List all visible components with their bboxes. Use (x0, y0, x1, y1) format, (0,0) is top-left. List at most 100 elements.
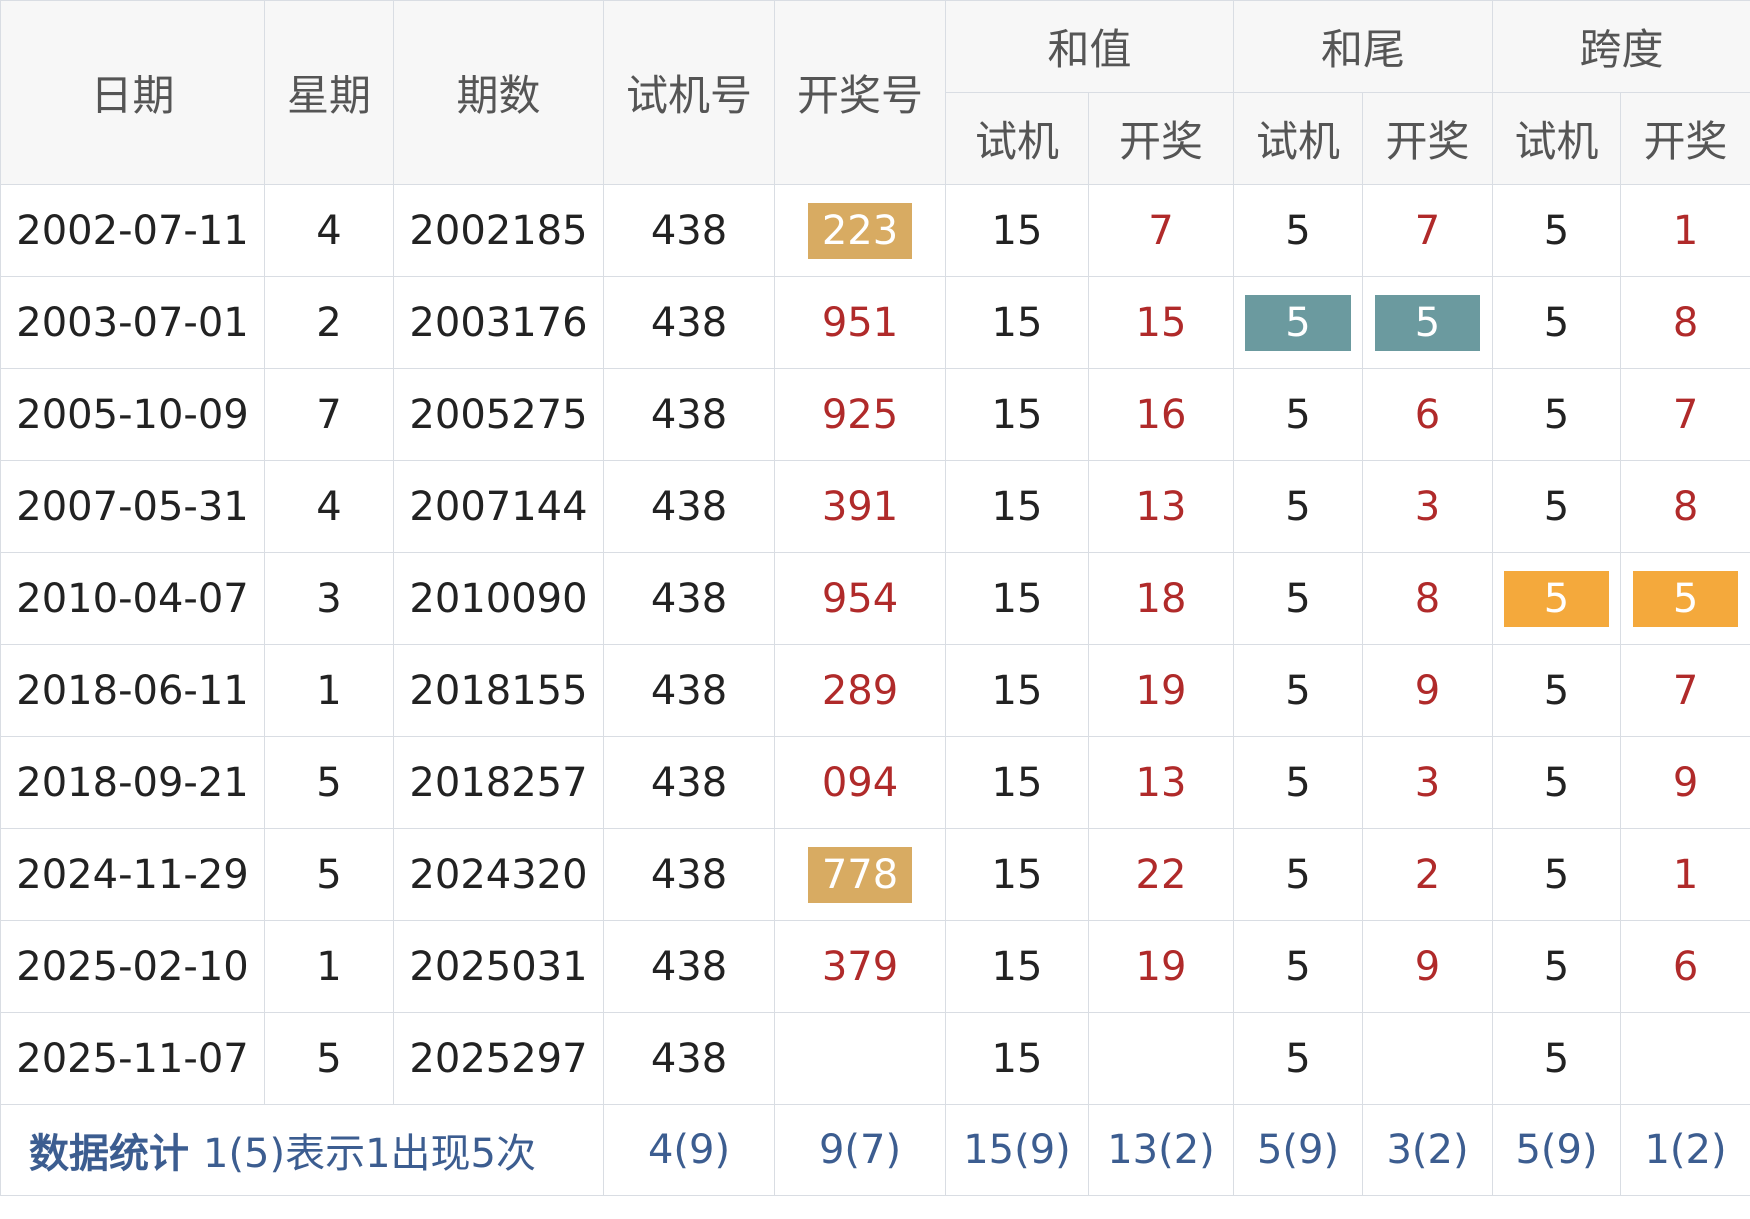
table-row: 2024-11-29 5 2024320 438 778 15 22 5 2 5… (0, 828, 1750, 921)
cell-tail-draw: 5 (1362, 276, 1494, 369)
cell-weekday: 2 (264, 276, 394, 369)
cell-issue: 2002185 (393, 184, 604, 277)
cell-tail-trial: 5 (1233, 1012, 1364, 1105)
cell-draw-number: 289 (774, 644, 946, 737)
cell-issue: 2003176 (393, 276, 604, 369)
cell-date: 2010-04-07 (0, 552, 265, 645)
table-row: 2005-10-09 7 2005275 438 925 15 16 5 6 5… (0, 368, 1750, 461)
stats-sum-trial: 15(9) (945, 1104, 1089, 1196)
cell-tail-trial: 5 (1233, 552, 1364, 645)
cell-trial-number: 438 (603, 1012, 775, 1105)
cell-sum-trial: 15 (945, 1012, 1089, 1105)
cell-span-trial: 5 (1492, 552, 1622, 645)
header-date: 日期 (0, 0, 265, 185)
cell-trial-number: 438 (603, 460, 775, 553)
cell-tail-draw: 3 (1362, 736, 1494, 829)
header-draw-number: 开奖号 (774, 0, 946, 185)
cell-weekday: 4 (264, 184, 394, 277)
cell-sum-draw (1087, 1012, 1235, 1105)
cell-sum-trial: 15 (945, 736, 1089, 829)
table-row: 2025-11-07 5 2025297 438 15 5 5 (0, 1012, 1750, 1105)
cell-sum-trial: 15 (945, 184, 1089, 277)
cell-date: 2005-10-09 (0, 368, 265, 461)
cell-sum-trial: 15 (945, 368, 1089, 461)
stats-row: 数据统计 1(5)表示1出现5次 4(9) 9(7) 15(9) 13(2) 5(… (0, 1104, 1750, 1196)
cell-draw-number (774, 1012, 946, 1105)
header-tail-group: 和尾 (1233, 0, 1494, 93)
cell-sum-trial: 15 (945, 828, 1089, 921)
stats-label-cell: 数据统计 1(5)表示1出现5次 (0, 1104, 604, 1196)
cell-span-trial: 5 (1492, 1012, 1622, 1105)
stats-tail-draw: 3(2) (1362, 1104, 1494, 1196)
cell-sum-trial: 15 (945, 276, 1089, 369)
cell-weekday: 5 (264, 828, 394, 921)
header-sum-trial: 试机 (945, 92, 1089, 185)
cell-trial-number: 438 (603, 276, 775, 369)
cell-tail-draw: 9 (1362, 644, 1494, 737)
stats-draw-number: 9(7) (774, 1104, 946, 1196)
table-row: 2025-02-10 1 2025031 438 379 15 19 5 9 5… (0, 920, 1750, 1013)
cell-date: 2007-05-31 (0, 460, 265, 553)
cell-trial-number: 438 (603, 552, 775, 645)
cell-span-draw: 8 (1620, 460, 1750, 553)
cell-tail-trial: 5 (1233, 460, 1364, 553)
header-span-trial: 试机 (1492, 92, 1622, 185)
cell-issue: 2024320 (393, 828, 604, 921)
cell-tail-trial: 5 (1233, 644, 1364, 737)
cell-tail-draw: 8 (1362, 552, 1494, 645)
table-row: 2007-05-31 4 2007144 438 391 15 13 5 3 5… (0, 460, 1750, 553)
cell-sum-draw: 22 (1087, 828, 1235, 921)
stats-span-draw: 1(2) (1620, 1104, 1750, 1196)
tail-draw-badge: 5 (1374, 294, 1481, 351)
cell-weekday: 5 (264, 1012, 394, 1105)
cell-sum-draw: 18 (1087, 552, 1235, 645)
cell-sum-trial: 15 (945, 552, 1089, 645)
stats-span-trial: 5(9) (1492, 1104, 1622, 1196)
cell-tail-trial: 5 (1233, 276, 1364, 369)
cell-tail-draw: 9 (1362, 920, 1494, 1013)
cell-issue: 2007144 (393, 460, 604, 553)
header-issue: 期数 (393, 0, 604, 185)
lottery-history-table: 日期 星期 期数 试机号 开奖号 和值 和尾 跨度 试机 开奖 试机 开奖 试机… (0, 0, 1750, 1196)
header-trial-number: 试机号 (603, 0, 775, 185)
cell-trial-number: 438 (603, 828, 775, 921)
cell-issue: 2005275 (393, 368, 604, 461)
cell-span-draw: 1 (1620, 184, 1750, 277)
cell-date: 2024-11-29 (0, 828, 265, 921)
cell-date: 2025-11-07 (0, 1012, 265, 1105)
cell-sum-trial: 15 (945, 460, 1089, 553)
cell-draw-number: 094 (774, 736, 946, 829)
cell-span-draw: 6 (1620, 920, 1750, 1013)
cell-issue: 2018155 (393, 644, 604, 737)
cell-trial-number: 438 (603, 184, 775, 277)
cell-tail-trial: 5 (1233, 828, 1364, 921)
header-tail-draw: 开奖 (1362, 92, 1494, 185)
tail-trial-badge: 5 (1245, 294, 1351, 351)
header-weekday: 星期 (264, 0, 394, 185)
cell-sum-draw: 13 (1087, 736, 1235, 829)
span-draw-badge: 5 (1632, 570, 1739, 627)
cell-trial-number: 438 (603, 644, 775, 737)
cell-date: 2025-02-10 (0, 920, 265, 1013)
stats-title: 数据统计 (29, 1131, 189, 1177)
table-row: 2010-04-07 3 2010090 438 954 15 18 5 8 5… (0, 552, 1750, 645)
cell-tail-draw: 2 (1362, 828, 1494, 921)
cell-sum-draw: 19 (1087, 920, 1235, 1013)
header-tail-trial: 试机 (1233, 92, 1364, 185)
cell-date: 2003-07-01 (0, 276, 265, 369)
cell-tail-trial: 5 (1233, 368, 1364, 461)
cell-draw-number: 951 (774, 276, 946, 369)
cell-tail-draw: 6 (1362, 368, 1494, 461)
cell-date: 2018-06-11 (0, 644, 265, 737)
cell-draw-number: 954 (774, 552, 946, 645)
cell-issue: 2018257 (393, 736, 604, 829)
cell-span-trial: 5 (1492, 920, 1622, 1013)
cell-span-trial: 5 (1492, 460, 1622, 553)
cell-span-draw: 7 (1620, 368, 1750, 461)
table-row: 2018-06-11 1 2018155 438 289 15 19 5 9 5… (0, 644, 1750, 737)
stats-tail-trial: 5(9) (1233, 1104, 1364, 1196)
cell-tail-trial: 5 (1233, 736, 1364, 829)
stats-sum-draw: 13(2) (1087, 1104, 1235, 1196)
cell-span-trial: 5 (1492, 644, 1622, 737)
cell-span-draw: 1 (1620, 828, 1750, 921)
